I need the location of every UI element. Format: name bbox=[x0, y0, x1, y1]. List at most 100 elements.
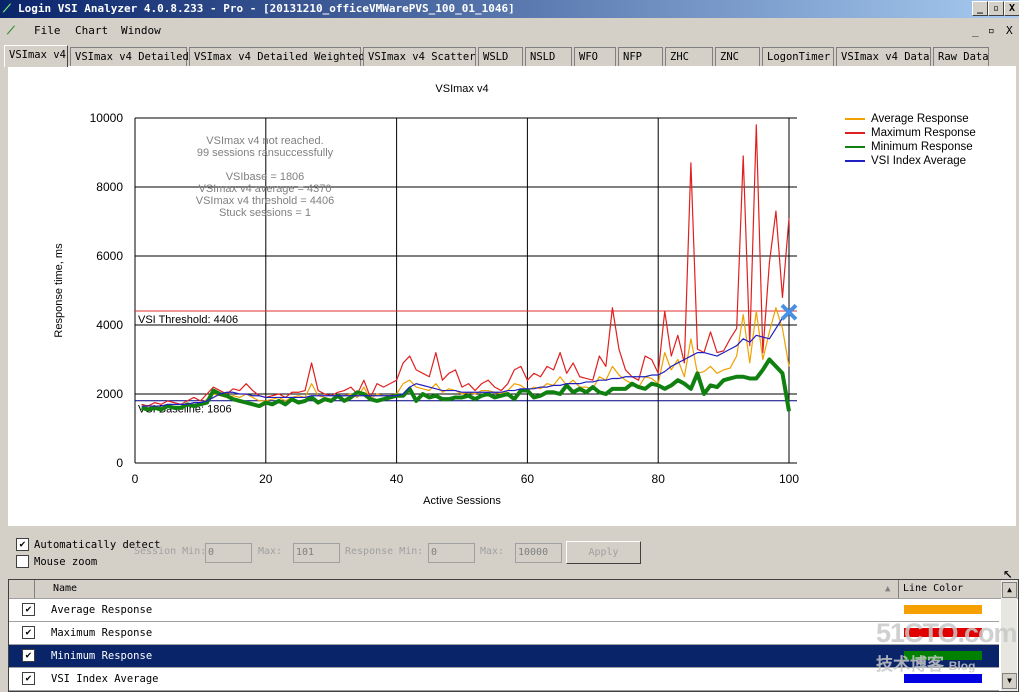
menu-chart[interactable]: Chart bbox=[75, 19, 108, 43]
legend-label: Average Response bbox=[871, 113, 969, 125]
series-name: Maximum Response bbox=[51, 627, 153, 639]
maximize-button[interactable]: ▫ bbox=[988, 1, 1004, 16]
annotation-line: VSIbase = 1806 bbox=[226, 171, 305, 183]
line-color-swatch[interactable] bbox=[904, 605, 982, 614]
list-item[interactable]: ✔ Average Response bbox=[9, 599, 999, 622]
legend-label: Minimum Response bbox=[871, 141, 973, 153]
response-min-label: Response Min: bbox=[345, 546, 424, 557]
legend-label: VSI Index Average bbox=[871, 155, 967, 167]
response-max-input[interactable]: 10000 bbox=[515, 543, 562, 563]
session-min-input[interactable]: 0 bbox=[205, 543, 252, 563]
menu-file[interactable]: File bbox=[34, 19, 61, 43]
tab-nfp[interactable]: NFP bbox=[618, 47, 663, 66]
legend-item: VSI Index Average bbox=[845, 154, 966, 168]
series-name: VSI Index Average bbox=[51, 673, 159, 685]
threshold-label: VSI Threshold: 4406 bbox=[138, 314, 238, 326]
x-tick-label: 40 bbox=[390, 472, 404, 486]
annotation-line: VSImax v4 not reached. bbox=[206, 135, 323, 147]
y-tick-label: 6000 bbox=[96, 249, 123, 263]
response-max-label: Max: bbox=[480, 546, 505, 557]
y-tick-label: 8000 bbox=[96, 180, 123, 194]
tab-raw-data[interactable]: Raw Data bbox=[933, 47, 989, 66]
legend-swatch bbox=[845, 117, 865, 120]
series-name: Minimum Response bbox=[51, 650, 153, 662]
mdi-close-button[interactable]: X bbox=[1006, 19, 1013, 43]
tab-wsld[interactable]: WSLD bbox=[478, 47, 523, 66]
mouse-zoom-label: Mouse zoom bbox=[34, 556, 98, 568]
mdi-restore-button[interactable]: ▫ bbox=[988, 19, 995, 43]
column-name-header[interactable]: Name bbox=[53, 580, 77, 598]
close-button[interactable]: X bbox=[1004, 1, 1019, 16]
chart-panel: VSImax v4 0 20 40 60 80 100 0 2000 4000 6000 8000 10… bbox=[8, 66, 1016, 526]
mouse-cursor-icon: ↖ bbox=[1003, 563, 1013, 582]
legend-swatch bbox=[845, 131, 865, 134]
minimize-button[interactable]: _ bbox=[972, 1, 988, 16]
series-list: Name ▲ Line Color ✔ Average Response ✔ M… bbox=[8, 579, 1019, 692]
legend-swatch bbox=[845, 159, 865, 162]
tab-znc[interactable]: ZNC bbox=[715, 47, 760, 66]
session-max-input[interactable]: 101 bbox=[293, 543, 340, 563]
x-tick-label: 60 bbox=[521, 472, 535, 486]
annotation-line: VSImax v4 threshold = 4406 bbox=[196, 195, 335, 207]
legend-item: Minimum Response bbox=[845, 140, 973, 154]
series-line-maximum-response bbox=[141, 124, 790, 407]
mdi-minimize-button[interactable]: _ bbox=[972, 19, 979, 43]
visible-checkbox[interactable]: ✔ bbox=[22, 626, 35, 639]
app-logo-icon: ⟋ bbox=[7, 24, 15, 37]
y-tick-label: 0 bbox=[116, 456, 123, 470]
auto-detect-checkbox[interactable]: ✔ bbox=[16, 538, 29, 551]
tab-vsimax-v4-detailed[interactable]: VSImax v4 Detailed bbox=[70, 47, 189, 66]
visible-checkbox[interactable]: ✔ bbox=[22, 603, 35, 616]
menu-window[interactable]: Window bbox=[121, 19, 161, 43]
window-title: Login VSI Analyzer 4.0.8.233 - Pro - [20… bbox=[18, 2, 515, 15]
column-line-color-header[interactable]: Line Color bbox=[903, 580, 963, 598]
line-color-swatch[interactable] bbox=[904, 674, 982, 683]
watermark-logo: 51CTO.com bbox=[876, 618, 1018, 648]
x-tick-label: 100 bbox=[779, 472, 799, 486]
y-tick-label: 2000 bbox=[96, 387, 123, 401]
chart-title: VSImax v4 bbox=[435, 83, 488, 95]
visible-checkbox[interactable]: ✔ bbox=[22, 672, 35, 685]
legend-item: Maximum Response bbox=[845, 126, 976, 140]
list-item[interactable]: ✔ Minimum Response bbox=[9, 645, 999, 668]
mouse-zoom-checkbox[interactable] bbox=[16, 555, 29, 568]
y-tick-label: 4000 bbox=[96, 318, 123, 332]
tab-vsimax-v4-data[interactable]: VSImax v4 Data bbox=[836, 47, 931, 66]
annotation-line: 99 sessions ransuccessfully bbox=[197, 147, 334, 159]
x-tick-label: 20 bbox=[259, 472, 273, 486]
legend-item: Average Response bbox=[845, 112, 969, 126]
y-tick-label: 10000 bbox=[90, 111, 124, 125]
tab-zhc[interactable]: ZHC bbox=[665, 47, 713, 66]
title-bar: ⟋ Login VSI Analyzer 4.0.8.233 - Pro - [… bbox=[0, 0, 1019, 18]
tab-vsimax-v4[interactable]: VSImax v4 bbox=[4, 45, 68, 67]
list-header: Name ▲ Line Color bbox=[9, 580, 1018, 599]
legend-label: Maximum Response bbox=[871, 127, 976, 139]
tab-logontimer[interactable]: LogonTimer bbox=[762, 47, 834, 66]
tab-nsld[interactable]: NSLD bbox=[525, 47, 572, 66]
session-max-label: Max: bbox=[258, 546, 283, 557]
annotation-line: VSImax v4 average = 4370 bbox=[199, 183, 332, 195]
app-icon: ⟋ bbox=[3, 2, 11, 15]
annotation-line: Stuck sessions = 1 bbox=[219, 207, 311, 219]
watermark-subtitle: 技术博客 Blog bbox=[876, 655, 976, 674]
tab-vsimax-v4-detailed-weighted[interactable]: VSImax v4 Detailed Weighted bbox=[189, 47, 365, 66]
x-tick-label: 0 bbox=[132, 472, 139, 486]
legend-swatch bbox=[845, 145, 865, 148]
x-tick-label: 80 bbox=[652, 472, 666, 486]
list-item[interactable]: ✔ Maximum Response bbox=[9, 622, 999, 645]
tab-wfo[interactable]: WFO bbox=[574, 47, 616, 66]
tab-vsimax-v4-scatter[interactable]: VSImax v4 Scatter bbox=[363, 47, 476, 66]
session-min-label: Session Min: bbox=[134, 546, 207, 557]
visible-checkbox[interactable]: ✔ bbox=[22, 649, 35, 662]
scroll-down-icon[interactable]: ▼ bbox=[1002, 673, 1017, 689]
scroll-up-icon[interactable]: ▲ bbox=[1002, 582, 1017, 598]
tab-strip: VSImax v4 VSImax v4 Detailed VSImax v4 Det… bbox=[4, 45, 1016, 67]
list-item[interactable]: ✔ VSI Index Average bbox=[9, 668, 999, 691]
menu-bar: ⟋ File Chart Window _ ▫ X bbox=[0, 19, 1019, 43]
series-name: Average Response bbox=[51, 604, 153, 616]
apply-button[interactable]: Apply bbox=[566, 541, 641, 564]
sort-ascending-icon: ▲ bbox=[885, 584, 891, 594]
y-axis-label: Response time, ms bbox=[53, 243, 65, 338]
response-min-input[interactable]: 0 bbox=[428, 543, 475, 563]
x-axis-label: Active Sessions bbox=[423, 495, 501, 507]
